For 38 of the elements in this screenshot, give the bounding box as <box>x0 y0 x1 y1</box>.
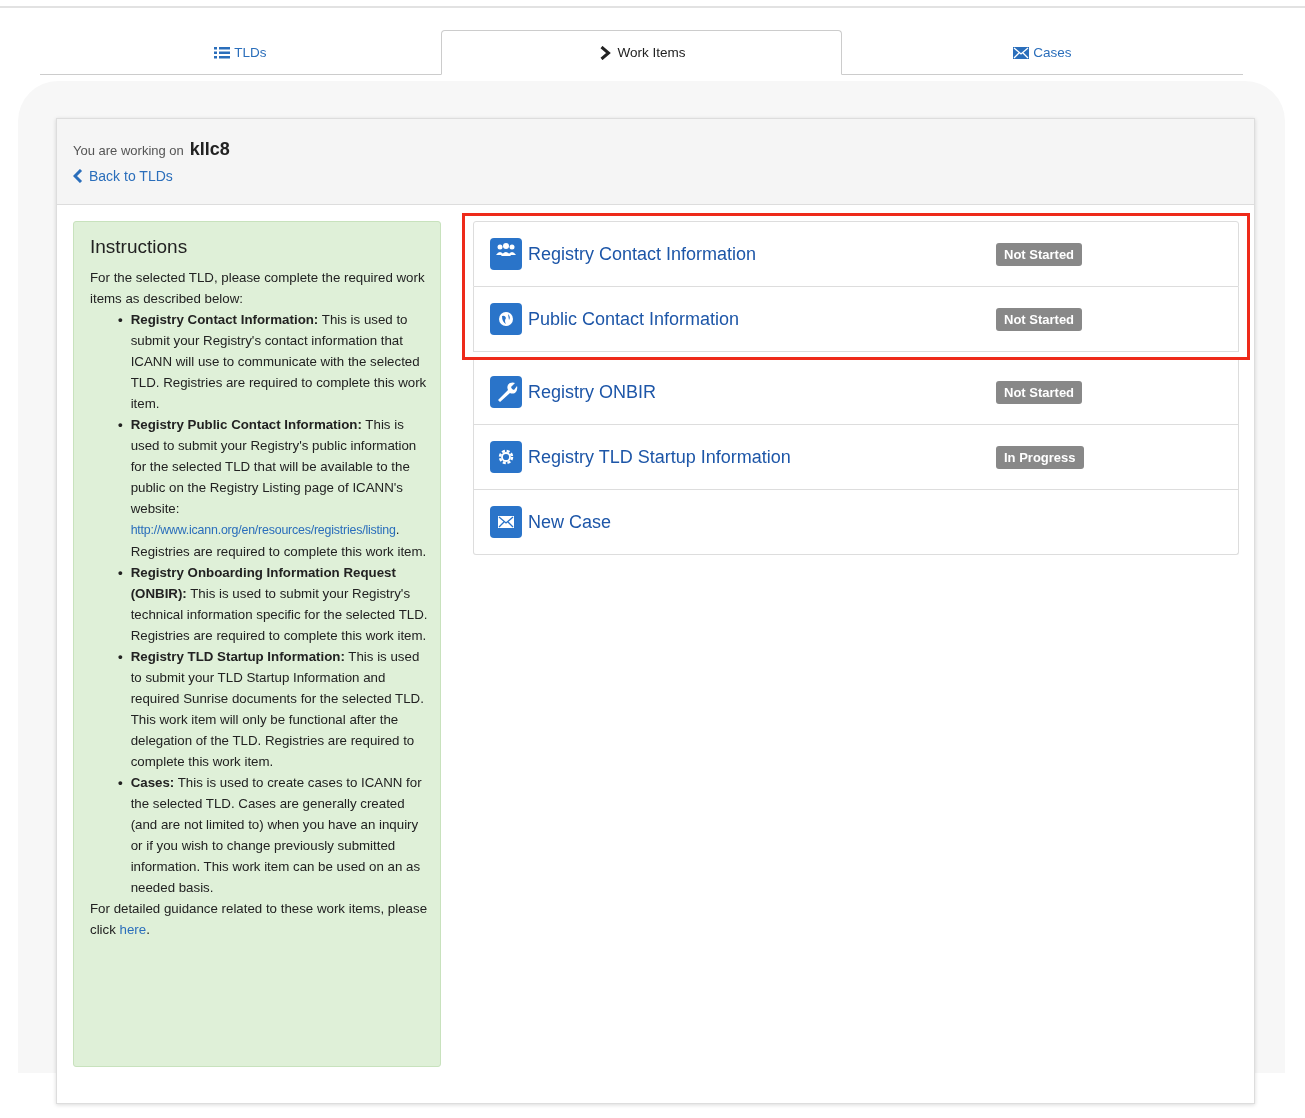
bullet: • <box>118 416 123 434</box>
tab[interactable]: Work Items <box>441 30 842 75</box>
globe-icon <box>490 303 522 335</box>
work-item-link[interactable]: New Case <box>528 511 612 532</box>
bullet: • <box>118 311 123 329</box>
url-link[interactable]: http://www.icann.org/en/resources/registries/listing <box>130 523 396 537</box>
work-item-link[interactable]: Registry TLD Startup Information <box>528 446 791 467</box>
list-icon <box>214 45 231 60</box>
status-label: In Progress <box>996 445 1084 469</box>
work-item-link[interactable]: Public Contact Information <box>528 308 740 329</box>
envelope-icon <box>1013 45 1030 60</box>
work-item-link[interactable]: Registry ONBIR <box>528 381 657 402</box>
intro-paragraph: For the selected TLD, please complete the required work items as described below: <box>90 269 426 308</box>
instructions-heading: Instructions <box>90 236 189 257</box>
envelope-icon <box>490 506 522 538</box>
instruction-item: Registry Public Contact Information: This is used to submit your Registry's public information for the selected TLD that will be available to the public on the Registry Listing page of ICANN's website: http://www.icann.org/en/resources/registries/listing. Registries are required to complete this work item. <box>130 416 428 561</box>
bullet: • <box>118 648 123 666</box>
guidance-paragraph: For detailed guidance related to these work items, please click here. <box>90 900 429 939</box>
people-icon <box>490 238 522 270</box>
instruction-item: Registry Contact Information: This is used to submit your Registry's contact information that ICANN will use to communicate with the selected TLD. Registries are required to complete this work item. <box>130 311 428 413</box>
here-link[interactable]: here <box>119 922 147 937</box>
status-label: Not Started <box>996 242 1083 266</box>
instruction-item: Registry Onboarding Information Request (ONBIR): This is used to submit your Registry's technical information specific for the selected TLD. Registries are required to complete this work item. <box>130 564 429 645</box>
tab[interactable]: TLDs <box>40 30 441 75</box>
back-link[interactable]: Back to TLDs <box>73 168 173 184</box>
status-label: Not Started <box>996 307 1083 331</box>
bullet: • <box>118 564 123 582</box>
chevron-left-icon <box>73 169 83 183</box>
tab[interactable]: Cases <box>842 30 1243 75</box>
status-label: Not Started <box>996 380 1083 404</box>
instruction-item: Registry TLD Startup Information: This is used to submit your TLD Startup Information and required Sunrise documents for the selected TLD. This work item will only be functional after the delegation of the TLD. Registries are required to complete this work item. <box>130 648 425 771</box>
gear-icon <box>490 441 522 473</box>
work-item-link[interactable]: Registry Contact Information <box>528 243 757 264</box>
tld-name: kllc8 <box>189 139 230 160</box>
bullet: • <box>118 774 123 792</box>
label-text: You are working on <box>73 143 184 158</box>
instruction-item: Cases: This is used to create cases to ICANN for the selected TLD. Cases are generally created (and are not limited to) when you have an inquiry or if you wish to change previously submitted information. This work item can be used on an as needed basis. <box>130 774 423 897</box>
wrench-icon <box>490 376 522 408</box>
